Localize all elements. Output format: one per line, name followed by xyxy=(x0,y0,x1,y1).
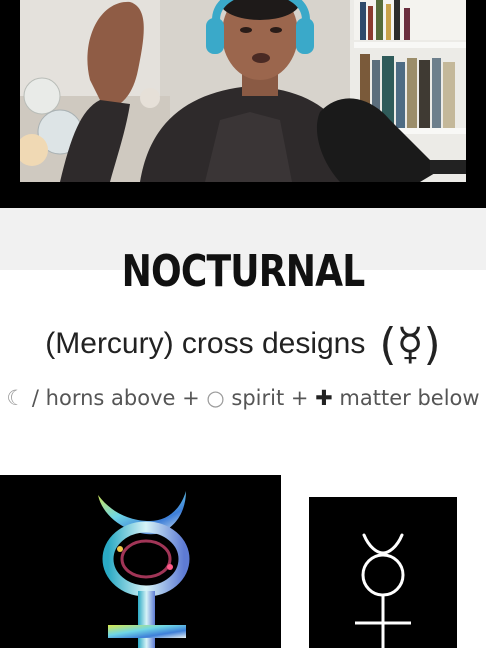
slide-title: NOCTURNAL xyxy=(121,246,366,297)
symbol-formula: ☾ / horns above + ○ spirit + ✚ matter be… xyxy=(0,386,486,410)
mercury-line-design-image xyxy=(309,497,457,648)
webcam-scene xyxy=(20,0,466,182)
mercury-glass-design-image xyxy=(0,475,281,648)
cross-icon: ✚ xyxy=(315,386,333,410)
subtitle-text: (Mercury) cross designs xyxy=(45,327,366,360)
mercury-glyph: ☿ xyxy=(396,318,424,370)
spirit-text: spirit + xyxy=(224,386,316,410)
moon-icon: ☾ xyxy=(6,386,26,410)
mercury-symbol-icon: (☿) xyxy=(379,318,441,370)
video-feed xyxy=(0,0,486,208)
circle-icon: ○ xyxy=(206,386,225,410)
horns-text: / horns above + xyxy=(25,386,207,410)
webcam-view xyxy=(20,0,466,182)
matter-text: matter below xyxy=(332,386,480,410)
mercury-glass-art xyxy=(98,491,190,648)
mercury-line-art xyxy=(355,533,411,648)
slide-subtitle: (Mercury) cross designs (☿) xyxy=(0,318,486,370)
